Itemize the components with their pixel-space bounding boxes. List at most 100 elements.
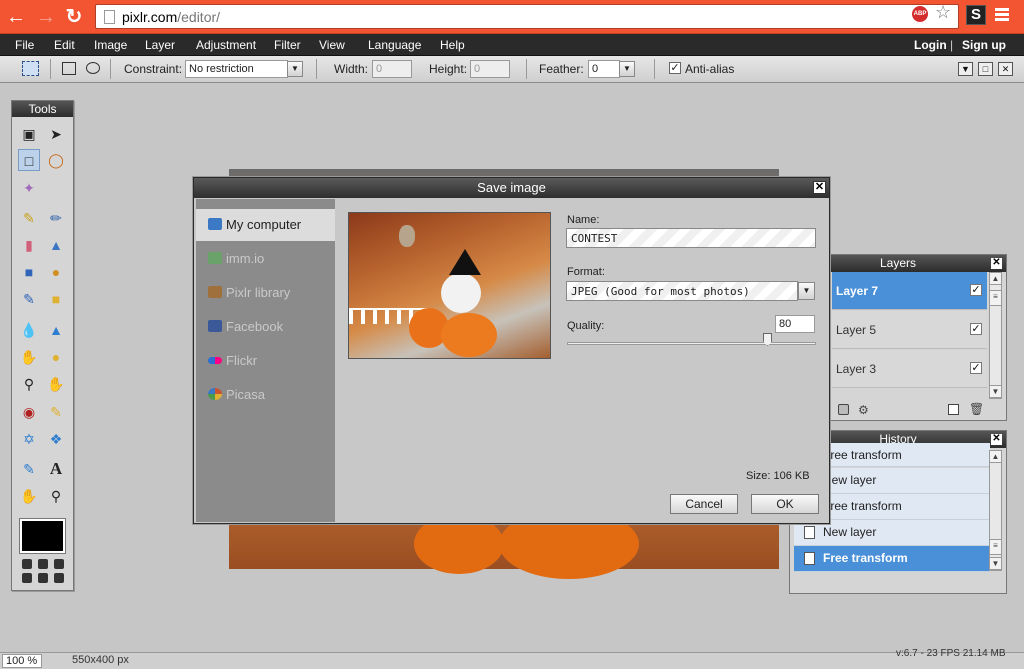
constraint-select[interactable]: No restriction xyxy=(185,60,288,78)
menu-file[interactable]: File xyxy=(15,38,34,52)
pencil-icon[interactable]: ✎ xyxy=(18,207,40,229)
lasso-icon[interactable]: ◯ xyxy=(45,149,67,171)
palette-dot[interactable] xyxy=(54,573,64,583)
menu-help[interactable]: Help xyxy=(440,38,465,52)
eraser-icon[interactable]: ▮ xyxy=(18,234,40,256)
ok-button[interactable]: OK xyxy=(751,494,819,514)
shape-icon[interactable]: ■ xyxy=(45,288,67,310)
menu-layer[interactable]: Layer xyxy=(145,38,175,52)
close-icon[interactable]: ✕ xyxy=(991,258,1002,269)
scroll-up-icon[interactable]: ▲ xyxy=(989,272,1002,285)
crop-icon[interactable]: ▣ xyxy=(18,123,40,145)
bloat-icon[interactable]: ✡ xyxy=(18,428,40,450)
palette-dot[interactable] xyxy=(38,559,48,569)
scroll-thumb[interactable]: ≡ xyxy=(989,290,1002,306)
menu-language[interactable]: Language xyxy=(368,38,421,52)
restore-icon[interactable]: □ xyxy=(978,62,993,76)
extension-icon[interactable]: S xyxy=(966,5,986,25)
scroll-up-icon[interactable]: ▲ xyxy=(989,450,1002,463)
feather-field[interactable]: 0 xyxy=(588,60,620,78)
login-link[interactable]: Login xyxy=(914,38,947,52)
move-icon[interactable]: ➤ xyxy=(45,123,67,145)
blur-icon[interactable]: 💧 xyxy=(18,319,40,341)
rect-select-icon[interactable] xyxy=(62,62,76,75)
menu-view[interactable]: View xyxy=(319,38,345,52)
picker-icon[interactable]: ✎ xyxy=(18,458,40,480)
antialias-checkbox[interactable]: ✓ xyxy=(669,62,681,74)
close-icon[interactable]: ✕ xyxy=(813,181,826,194)
wand-icon[interactable]: ✦ xyxy=(18,177,40,199)
close-icon[interactable]: ✕ xyxy=(998,62,1013,76)
name-input[interactable]: CONTEST xyxy=(566,228,816,248)
address-bar[interactable]: pixlr.com/editor/ xyxy=(95,4,959,29)
zoom-field[interactable]: 100 % xyxy=(2,654,42,668)
replace-icon[interactable]: ✎ xyxy=(18,288,40,310)
ellipse-select-icon[interactable] xyxy=(86,62,100,74)
text-icon[interactable]: A xyxy=(45,458,67,480)
layer-row[interactable]: Layer 3 ✓ xyxy=(832,350,987,388)
height-field[interactable]: 0 xyxy=(470,60,510,78)
close-icon[interactable]: ✕ xyxy=(991,434,1002,445)
signup-link[interactable]: Sign up xyxy=(962,38,1006,52)
quality-slider-track[interactable] xyxy=(567,342,816,345)
layer-row[interactable]: Layer 5 ✓ xyxy=(832,311,987,349)
new-layer-icon[interactable] xyxy=(948,404,959,415)
chevron-down-icon[interactable]: ▼ xyxy=(619,61,635,77)
back-icon[interactable]: ← xyxy=(6,7,26,27)
bookmark-star-icon[interactable]: ☆ xyxy=(935,2,951,23)
destination-facebook[interactable]: Facebook xyxy=(196,311,335,343)
layer-visibility-checkbox[interactable]: ✓ xyxy=(970,284,982,296)
reload-icon[interactable]: ↻ xyxy=(64,7,84,27)
burn-icon[interactable]: ✋ xyxy=(45,373,67,395)
palette-dot[interactable] xyxy=(54,559,64,569)
url-text[interactable]: pixlr.com/editor/ xyxy=(122,9,220,25)
palette-dot[interactable] xyxy=(22,559,32,569)
layer-mask-icon[interactable] xyxy=(838,404,849,415)
layer-visibility-checkbox[interactable]: ✓ xyxy=(970,323,982,335)
brush-icon[interactable]: ✏ xyxy=(45,207,67,229)
scroll-down-icon[interactable]: ▼ xyxy=(989,557,1002,570)
hand-icon[interactable]: ✋ xyxy=(18,485,40,507)
menu-filter[interactable]: Filter xyxy=(274,38,301,52)
menu-image[interactable]: Image xyxy=(94,38,127,52)
adblock-icon[interactable]: ABP xyxy=(912,6,928,22)
destination-flickr[interactable]: Flickr xyxy=(196,345,335,377)
redeye-icon[interactable]: ◉ xyxy=(18,401,40,423)
layer-settings-icon[interactable]: ⚙ xyxy=(858,403,869,417)
color-swatch[interactable] xyxy=(19,518,66,554)
trash-icon[interactable]: 🗑 xyxy=(969,402,984,416)
scroll-down-icon[interactable]: ▼ xyxy=(989,385,1002,398)
marquee-icon[interactable]: □ xyxy=(18,149,40,171)
destination-picasa[interactable]: Picasa xyxy=(196,379,335,411)
stamp-icon[interactable]: ● xyxy=(45,261,67,283)
spot-heal-icon[interactable]: ✎ xyxy=(45,401,67,423)
destination-pixlr-library[interactable]: Pixlr library xyxy=(196,277,335,309)
menu-adjustment[interactable]: Adjustment xyxy=(196,38,256,52)
palette-dot[interactable] xyxy=(38,573,48,583)
quality-input[interactable]: 80 xyxy=(775,315,815,333)
chevron-down-icon[interactable]: ▼ xyxy=(798,282,815,300)
scroll-thumb[interactable]: ≡ xyxy=(989,539,1002,555)
sponge-icon[interactable]: ● xyxy=(45,346,67,368)
sharpen-icon[interactable]: ▲ xyxy=(45,319,67,341)
format-select[interactable]: JPEG (Good for most photos) xyxy=(566,281,798,301)
cancel-button[interactable]: Cancel xyxy=(670,494,738,514)
destination-immio[interactable]: imm.io xyxy=(196,243,335,275)
menu-edit[interactable]: Edit xyxy=(54,38,75,52)
history-row[interactable]: Free transform xyxy=(794,546,990,572)
gradient-icon[interactable]: ■ xyxy=(18,261,40,283)
chevron-down-icon[interactable]: ▼ xyxy=(287,61,303,77)
pinch-icon[interactable]: ❖ xyxy=(45,428,67,450)
history-scrollbar[interactable]: ▲ ≡ ▼ xyxy=(989,450,1002,571)
layer-row[interactable]: Layer 7 ✓ xyxy=(832,272,987,310)
dodge-icon[interactable]: ⚲ xyxy=(18,373,40,395)
marquee-tool-icon[interactable] xyxy=(22,61,39,76)
zoom-icon[interactable]: ⚲ xyxy=(45,485,67,507)
width-field[interactable]: 0 xyxy=(372,60,412,78)
layer-visibility-checkbox[interactable]: ✓ xyxy=(970,362,982,374)
minimize-icon[interactable]: ▼ xyxy=(958,62,973,76)
smudge-icon[interactable]: ✋ xyxy=(18,346,40,368)
layers-scrollbar[interactable]: ▲ ≡ ▼ xyxy=(989,272,1002,399)
bucket-icon[interactable]: ▲ xyxy=(45,234,67,256)
palette-dot[interactable] xyxy=(22,573,32,583)
